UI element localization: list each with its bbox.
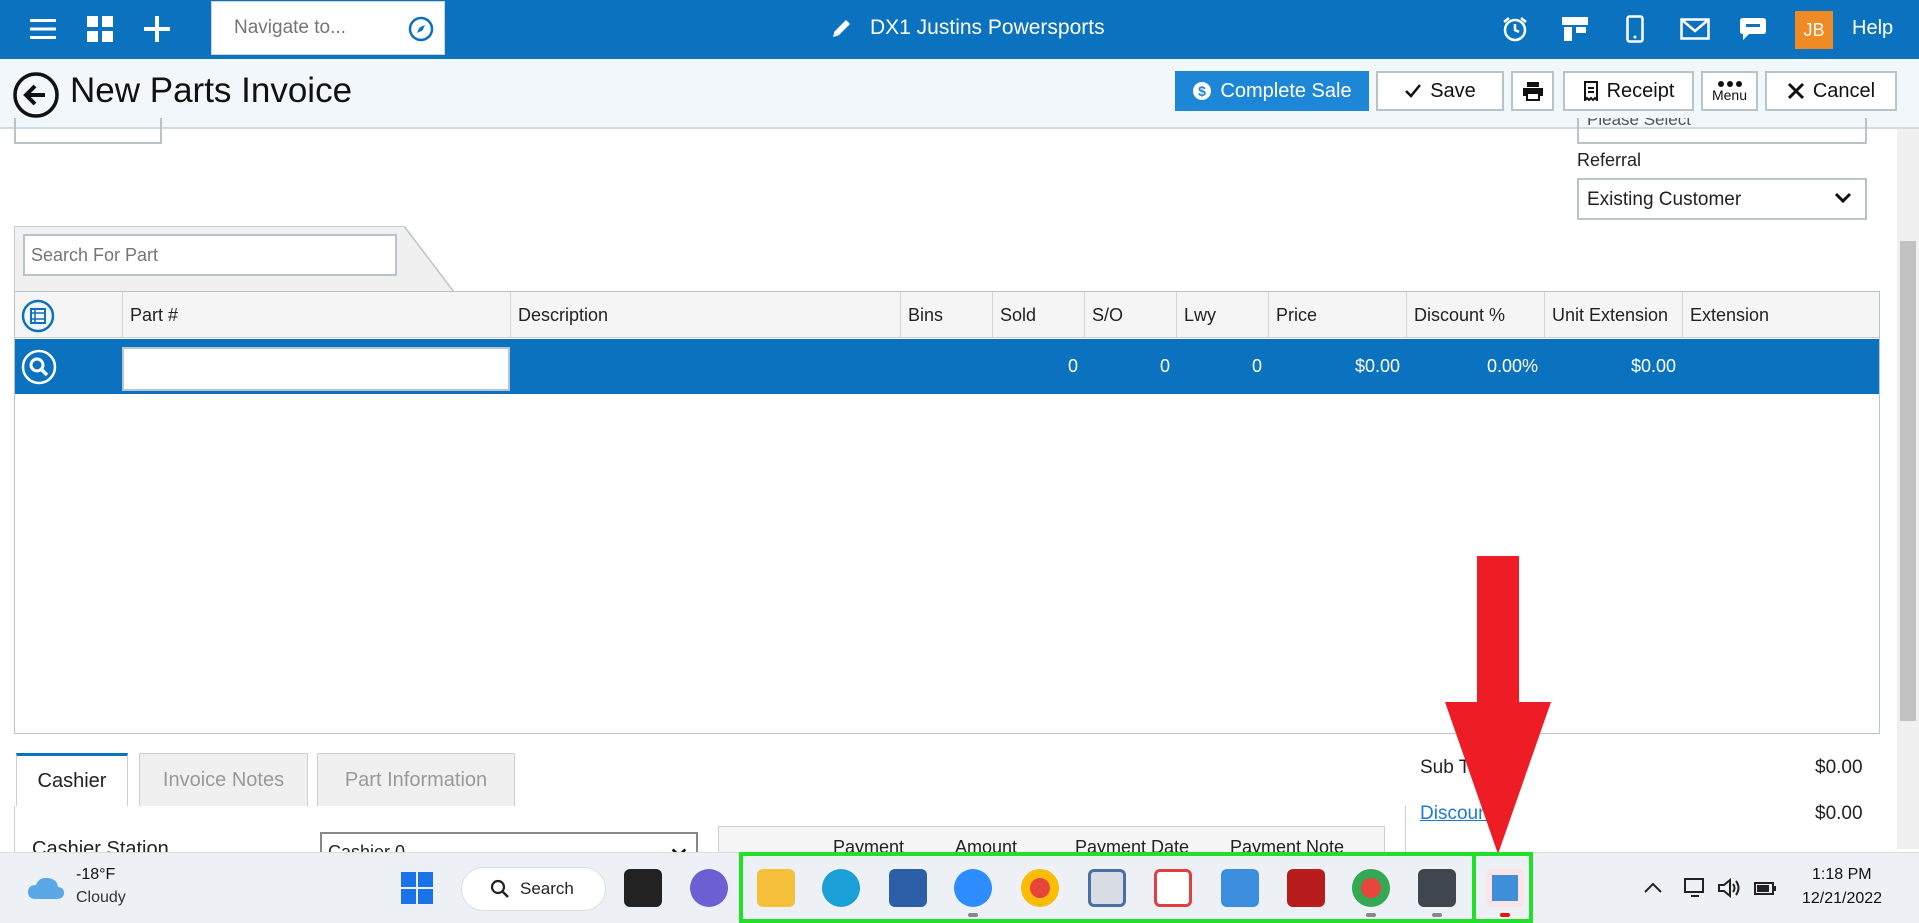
col-discount[interactable]: Discount % — [1406, 292, 1544, 338]
discount-value: $0.00 — [1815, 803, 1863, 824]
part-number-input[interactable] — [122, 347, 510, 391]
cancel-label: Cancel — [1812, 79, 1876, 102]
complete-sale-button[interactable]: $ Complete Sale — [1175, 71, 1369, 111]
mail-icon[interactable] — [1680, 14, 1710, 44]
task-view-icon[interactable] — [624, 869, 662, 907]
col-part-number[interactable]: Part # — [122, 292, 510, 338]
source-select[interactable]: Please Select — [1577, 118, 1867, 144]
vertical-scrollbar[interactable] — [1897, 129, 1919, 849]
film-strip-icon[interactable] — [21, 299, 55, 333]
dashboard-grid-icon[interactable] — [85, 14, 115, 44]
weather-description[interactable]: Cloudy — [76, 889, 126, 907]
close-icon — [1787, 82, 1804, 100]
green-highlight-annotation — [739, 852, 1533, 923]
tab-cashier[interactable]: Cashier — [16, 753, 128, 807]
top-bar: DX1 Justins Powersports JB Help — [0, 0, 1919, 59]
chevron-down-icon — [1834, 192, 1852, 204]
page-title: New Parts Invoice — [70, 71, 353, 110]
scrollbar-thumb[interactable] — [1900, 241, 1916, 721]
green-highlight-divider — [1472, 852, 1476, 923]
add-icon[interactable] — [142, 14, 172, 44]
clock-date[interactable]: 12/21/2022 — [1802, 890, 1882, 908]
back-arrow-icon[interactable] — [12, 71, 60, 119]
receipt-button[interactable]: Receipt — [1563, 71, 1694, 111]
referral-select[interactable]: Existing Customer — [1577, 178, 1867, 220]
clock-time[interactable]: 1:18 PM — [1812, 866, 1872, 884]
col-unit-extension[interactable]: Unit Extension — [1544, 292, 1682, 338]
pencil-icon — [833, 20, 850, 37]
weather-temperature[interactable]: -18°F — [76, 866, 115, 884]
grid-header: Part # Description Bins Sold S/O Lwy Pri… — [15, 292, 1879, 338]
search-icon[interactable] — [21, 349, 57, 385]
taskbar-search[interactable]: Search — [461, 867, 606, 911]
receipt-label: Receipt — [1606, 79, 1675, 102]
volume-icon[interactable] — [1716, 875, 1742, 901]
subtotal-value: $0.00 — [1815, 757, 1863, 778]
cell-sold: 0 — [1067, 356, 1078, 376]
col-extension[interactable]: Extension — [1682, 292, 1879, 338]
navigate-input[interactable] — [212, 2, 392, 54]
cloud-icon[interactable] — [26, 873, 66, 903]
col-sold[interactable]: Sold — [992, 292, 1084, 338]
referral-value: Existing Customer — [1587, 189, 1742, 210]
receipt-icon — [1583, 81, 1598, 101]
app-title-text: DX1 Justins Powersports — [870, 16, 1105, 39]
store-icon[interactable] — [1560, 14, 1590, 44]
search-part-input[interactable] — [23, 234, 397, 276]
save-button[interactable]: Save — [1376, 71, 1504, 111]
menu-button[interactable]: Menu — [1701, 71, 1758, 111]
menu-label: Menu — [1711, 87, 1748, 103]
checkmark-icon — [1405, 84, 1422, 98]
help-link[interactable]: Help — [1852, 17, 1893, 40]
hamburger-icon[interactable] — [28, 14, 58, 44]
col-price[interactable]: Price — [1268, 292, 1406, 338]
cropped-field[interactable] — [14, 118, 162, 144]
cell-discount: 0.00% — [1486, 356, 1538, 376]
cell-price: $0.00 — [1354, 356, 1400, 376]
teams-chat-icon[interactable] — [690, 869, 728, 907]
navigate-box — [211, 1, 445, 55]
red-arrow-annotation — [1445, 556, 1551, 854]
parts-grid: Part # Description Bins Sold S/O Lwy Pri… — [14, 291, 1880, 734]
screen: DX1 Justins Powersports JB Help New Part… — [0, 0, 1919, 923]
chevron-up-icon[interactable] — [1640, 875, 1666, 901]
svg-text:$: $ — [1199, 83, 1207, 99]
search-icon — [490, 879, 509, 898]
tab-invoice-notes[interactable]: Invoice Notes — [139, 753, 308, 807]
save-label: Save — [1430, 79, 1476, 102]
alarm-clock-icon[interactable] — [1500, 14, 1530, 44]
cell-so: 0 — [1159, 356, 1170, 376]
taskbar-search-label: Search — [520, 879, 574, 898]
user-avatar[interactable]: JB — [1795, 11, 1833, 49]
print-button[interactable] — [1511, 71, 1554, 111]
network-icon[interactable] — [1682, 875, 1708, 901]
complete-sale-label: Complete Sale — [1220, 79, 1352, 102]
col-bins[interactable]: Bins — [900, 292, 992, 338]
tab-part-information[interactable]: Part Information — [317, 753, 515, 807]
cell-lwy: 0 — [1251, 356, 1262, 376]
windows-start-icon[interactable] — [400, 871, 434, 905]
mobile-phone-icon[interactable] — [1620, 14, 1650, 44]
battery-icon[interactable] — [1752, 875, 1778, 901]
col-so[interactable]: S/O — [1084, 292, 1176, 338]
table-row[interactable]: 0 0 0 $0.00 0.00% $0.00 — [15, 339, 1879, 394]
col-description[interactable]: Description — [510, 292, 900, 338]
app-title: DX1 Justins Powersports — [830, 16, 1105, 40]
referral-label: Referral — [1577, 150, 1642, 170]
col-lwy[interactable]: Lwy — [1176, 292, 1268, 338]
chat-icon[interactable] — [1738, 14, 1768, 44]
compass-icon[interactable] — [408, 16, 434, 42]
cell-unit-extension: $0.00 — [1630, 356, 1676, 376]
dollar-circle-icon: $ — [1193, 82, 1212, 100]
printer-icon — [1522, 82, 1543, 101]
cancel-button[interactable]: Cancel — [1765, 71, 1897, 111]
